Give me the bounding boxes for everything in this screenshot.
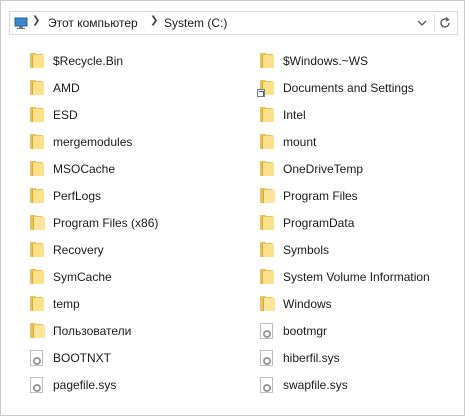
item-name: Program Files [283,188,358,203]
list-item[interactable]: mergemodules [27,128,257,155]
item-name: mount [283,134,317,149]
item-name: Program Files (x86) [53,215,159,230]
list-item[interactable]: OneDriveTemp [257,155,457,182]
item-name: $Windows.~WS [283,53,369,68]
item-name: temp [53,296,80,311]
item-name: PerfLogs [53,188,102,203]
system-file-icon [27,349,47,367]
folder-icon [27,295,47,313]
list-item[interactable]: Symbols [257,236,457,263]
list-item[interactable]: System Volume Information [257,263,457,290]
list-item[interactable]: AMD [27,74,257,101]
folder-icon [27,52,47,70]
list-item[interactable]: Recovery [27,236,257,263]
item-name: BOOTNXT [53,350,112,365]
item-name: AMD [53,80,80,95]
item-name: OneDriveTemp [283,161,364,176]
list-item[interactable]: BOOTNXT [27,344,257,371]
item-name: pagefile.sys [53,377,117,392]
item-name: Intel [283,107,306,122]
explorer-window: ❯ Этот компьютер ❯ System (C:) $Recycle.… [0,0,465,416]
address-divider [434,14,435,32]
file-list: $Recycle.Bin $Windows.~WS AMD Documents and… [27,47,457,398]
list-item[interactable]: pagefile.sys [27,371,257,398]
folder-icon [27,322,47,340]
list-item[interactable]: Intel [257,101,457,128]
item-name: Recovery [53,242,104,257]
system-file-icon [257,349,277,367]
breadcrumb-separator-icon: ❯ [32,15,41,26]
item-name: MSOCache [53,161,116,176]
list-item[interactable]: Windows [257,290,457,317]
item-name: $Recycle.Bin [53,53,124,68]
system-file-icon [257,376,277,394]
list-item[interactable]: mount [257,128,457,155]
folder-icon [257,187,277,205]
item-name: hiberfil.sys [283,350,340,365]
list-item[interactable]: PerfLogs [27,182,257,209]
list-item[interactable]: bootmgr [257,317,457,344]
computer-icon [14,17,28,29]
breadcrumb-system-c[interactable]: System (C:) [164,16,227,30]
list-item[interactable]: Documents and Settings [257,74,457,101]
folder-icon [257,133,277,151]
folder-icon [257,52,277,70]
list-item[interactable]: MSOCache [27,155,257,182]
item-name: Пользователи [53,323,132,338]
breadcrumb-separator-icon: ❯ [150,15,159,26]
item-name: ProgramData [283,215,355,230]
folder-icon [257,106,277,124]
folder-icon [27,79,47,97]
list-item[interactable]: Program Files (x86) [27,209,257,236]
folder-icon [257,241,277,259]
item-name: Windows [283,296,332,311]
system-file-icon [27,376,47,394]
item-name: bootmgr [283,323,328,338]
list-item[interactable]: SymCache [27,263,257,290]
list-item[interactable]: Пользователи [27,317,257,344]
refresh-icon[interactable] [437,15,453,31]
list-item[interactable]: Program Files [257,182,457,209]
list-item[interactable]: $Recycle.Bin [27,47,257,74]
folder-icon [27,106,47,124]
folder-shortcut-icon [257,79,277,97]
item-name: SymCache [53,269,112,284]
list-item[interactable]: ESD [27,101,257,128]
system-file-icon [257,322,277,340]
list-item[interactable]: ProgramData [257,209,457,236]
item-name: Documents and Settings [283,80,414,95]
folder-icon [257,214,277,232]
list-item[interactable]: swapfile.sys [257,371,457,398]
folder-icon [27,214,47,232]
chevron-down-icon[interactable] [415,16,429,30]
item-name: mergemodules [53,134,133,149]
item-name: ESD [53,107,78,122]
folder-icon [27,268,47,286]
folder-icon [257,295,277,313]
folder-icon [27,241,47,259]
list-item[interactable]: $Windows.~WS [257,47,457,74]
folder-icon [257,268,277,286]
breadcrumb-this-pc[interactable]: Этот компьютер [48,16,138,30]
list-item[interactable]: temp [27,290,257,317]
folder-icon [27,160,47,178]
address-bar[interactable]: ❯ Этот компьютер ❯ System (C:) [9,11,458,35]
folder-icon [27,187,47,205]
item-name: swapfile.sys [283,377,348,392]
item-name: Symbols [283,242,330,257]
folder-icon [27,133,47,151]
folder-icon [257,160,277,178]
list-item[interactable]: hiberfil.sys [257,344,457,371]
item-name: System Volume Information [283,269,430,284]
